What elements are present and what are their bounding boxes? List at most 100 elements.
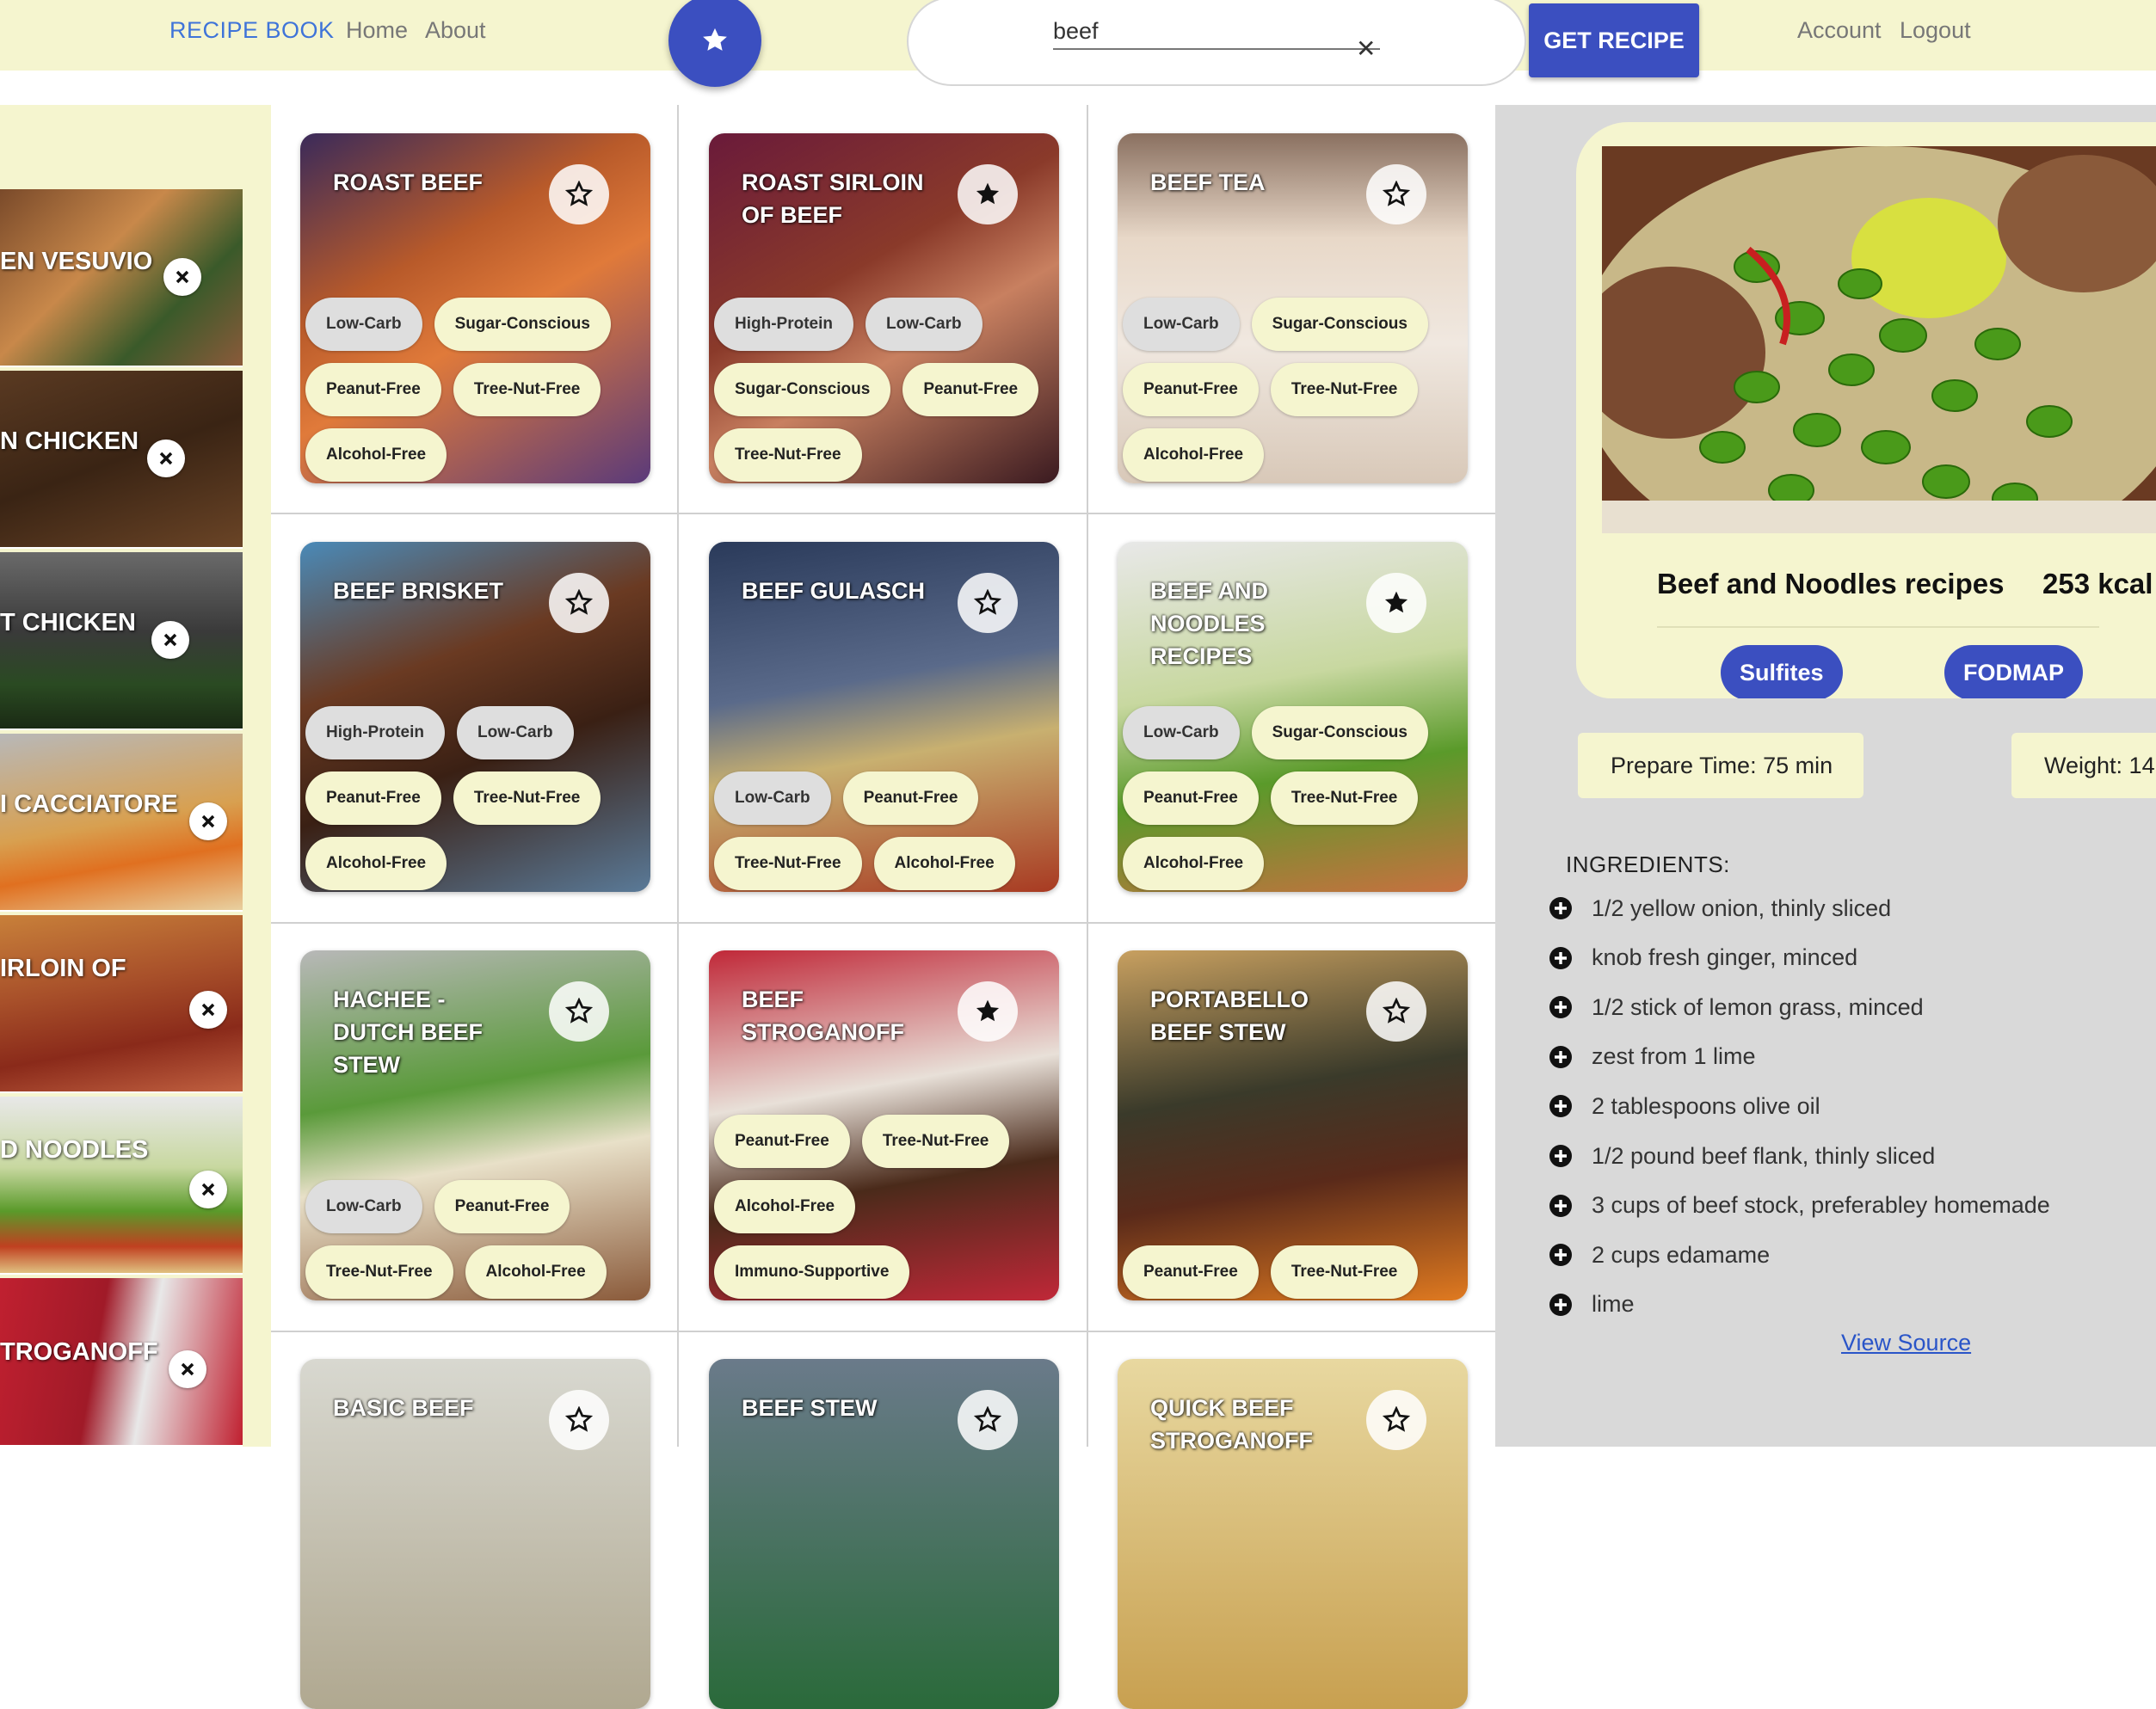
recipe-card[interactable]: HACHEE - DUTCH BEEF STEW Low-Carb Peanut-F…: [300, 950, 650, 1300]
recipe-title: BEEF AND NOODLES RECIPES: [1150, 578, 1269, 669]
recipe-card[interactable]: QUICK BEEF STROGANOFF: [1118, 1359, 1468, 1709]
ingredient-item: 3 cups of beef stock, preferabley homema…: [1549, 1189, 2050, 1223]
favorite-title: I CACCIATORE: [0, 790, 178, 818]
health-tags: Low-Carb Peanut-Free Tree-Nut-Free Alcohol-…: [712, 772, 1056, 892]
star-outline-icon[interactable]: [1366, 164, 1426, 224]
logout-link[interactable]: Logout: [1900, 17, 1971, 44]
add-ingredient-icon[interactable]: [1549, 1094, 1573, 1118]
favorite-item[interactable]: D NOODLES: [0, 1097, 243, 1275]
recipe-card[interactable]: PORTABELLO BEEF STEW Peanut-Free Tree-Nut-…: [1118, 950, 1468, 1300]
recipe-title: BEEF STROGANOFF: [742, 987, 904, 1045]
get-recipe-button[interactable]: GET RECIPE: [1529, 3, 1699, 77]
health-tags: Low-Carb Peanut-Free Tree-Nut-Free Alcohol-…: [304, 1180, 647, 1300]
favorite-title: TROGANOFF: [0, 1338, 158, 1366]
favorite-title: EN VESUVIO: [0, 248, 153, 275]
favorite-item[interactable]: EN VESUVIO: [0, 189, 243, 367]
health-tag: Sugar-Conscious: [714, 363, 891, 416]
add-ingredient-icon[interactable]: [1549, 1293, 1573, 1317]
remove-favorite-icon[interactable]: [147, 440, 185, 477]
health-tag: Peanut-Free: [305, 772, 441, 825]
health-tag: Alcohol-Free: [1123, 837, 1265, 890]
health-tag: Peanut-Free: [902, 363, 1039, 416]
ingredient-text: 2 cups edamame: [1592, 1241, 1771, 1268]
recipe-card[interactable]: BEEF AND NOODLES RECIPES Low-Carb Sugar-Co…: [1118, 542, 1468, 892]
favorites-sidebar: EN VESUVIO N CHICKEN T CHICKEN I CACCIAT…: [0, 105, 271, 1447]
health-tag: Sugar-Conscious: [1251, 298, 1428, 351]
favorites-button[interactable]: [668, 0, 761, 87]
add-ingredient-icon[interactable]: [1549, 1194, 1573, 1218]
star-outline-icon[interactable]: [549, 573, 609, 633]
grid-divider: [1087, 105, 1088, 1447]
prepare-time: Prepare Time: 75 min: [1578, 733, 1863, 798]
recipe-card[interactable]: ROAST SIRLOIN OF BEEF High-Protein Low-Car…: [709, 133, 1059, 483]
add-ingredient-icon[interactable]: [1549, 1243, 1573, 1267]
grid-divider: [271, 513, 1495, 514]
star-outline-icon[interactable]: [1366, 981, 1426, 1042]
recipe-card[interactable]: BEEF STROGANOFF Peanut-Free Tree-Nut-Free A…: [709, 950, 1059, 1300]
star-outline-icon[interactable]: [549, 981, 609, 1042]
add-ingredient-icon[interactable]: [1549, 896, 1573, 920]
star-filled-icon[interactable]: [1366, 573, 1426, 633]
nav-about[interactable]: About: [425, 17, 486, 44]
recipe-title: BASIC BEEF: [333, 1395, 474, 1421]
recipe-image: [1602, 146, 2156, 533]
remove-favorite-icon[interactable]: [169, 1350, 206, 1388]
remove-favorite-icon[interactable]: [189, 1171, 227, 1208]
favorite-item[interactable]: N CHICKEN: [0, 371, 243, 549]
view-source-link[interactable]: View Source: [1841, 1330, 1971, 1356]
health-tag: High-Protein: [714, 298, 853, 351]
health-tags: Low-Carb Sugar-Conscious Peanut-Free Tree-N…: [1121, 706, 1464, 892]
recipe-card[interactable]: ROAST BEEF Low-Carb Sugar-Conscious Peanut-…: [300, 133, 650, 483]
favorite-item[interactable]: IRLOIN OF: [0, 915, 243, 1093]
recipe-title: BEEF BRISKET: [333, 578, 504, 604]
star-filled-icon[interactable]: [958, 981, 1018, 1042]
star-outline-icon[interactable]: [958, 1390, 1018, 1450]
remove-favorite-icon[interactable]: [163, 258, 201, 296]
favorite-item[interactable]: I CACCIATORE: [0, 734, 243, 912]
remove-favorite-icon[interactable]: [189, 991, 227, 1029]
health-tag: Peanut-Free: [1123, 772, 1259, 825]
health-tag: Sugar-Conscious: [434, 298, 611, 351]
add-ingredient-icon[interactable]: [1549, 946, 1573, 970]
add-ingredient-icon[interactable]: [1549, 1144, 1573, 1168]
health-tag: Alcohol-Free: [714, 1180, 856, 1233]
remove-favorite-icon[interactable]: [151, 621, 189, 659]
account-link[interactable]: Account: [1797, 17, 1882, 44]
health-tag: Low-Carb: [305, 1180, 422, 1233]
health-tag: Low-Carb: [1123, 298, 1240, 351]
health-tag: Tree-Nut-Free: [714, 428, 862, 482]
favorite-item[interactable]: TROGANOFF: [0, 1278, 243, 1447]
brand-link[interactable]: RECIPE BOOK: [169, 17, 335, 44]
add-ingredient-icon[interactable]: [1549, 995, 1573, 1019]
health-tags: Peanut-Free Tree-Nut-Free: [1121, 1245, 1464, 1300]
recipe-card[interactable]: BEEF TEA Low-Carb Sugar-Conscious Peanut-Fr…: [1118, 133, 1468, 483]
clear-search-icon[interactable]: ✕: [1356, 34, 1376, 63]
recipe-card[interactable]: BASIC BEEF: [300, 1359, 650, 1709]
recipe-card[interactable]: BEEF GULASCH Low-Carb Peanut-Free Tree-Nut-…: [709, 542, 1059, 892]
search-bar: ✕: [907, 0, 1526, 86]
recipe-card[interactable]: BEEF STEW: [709, 1359, 1059, 1709]
caution-fodmap-button[interactable]: FODMAP: [1944, 645, 2083, 698]
caution-sulfites-button[interactable]: Sulfites: [1721, 645, 1843, 698]
star-filled-icon[interactable]: [958, 164, 1018, 224]
nav-home[interactable]: Home: [346, 17, 408, 44]
health-tag: Peanut-Free: [842, 772, 979, 825]
recipe-card[interactable]: BEEF BRISKET High-Protein Low-Carb Peanut-F…: [300, 542, 650, 892]
star-outline-icon[interactable]: [549, 1390, 609, 1450]
ingredient-text: 1/2 stick of lemon grass, minced: [1592, 993, 1924, 1020]
recipe-title: BEEF TEA: [1150, 169, 1266, 195]
favorite-item[interactable]: T CHICKEN: [0, 552, 243, 730]
ingredient-item: 1/2 pound beef flank, thinly sliced: [1549, 1139, 1935, 1173]
remove-favorite-icon[interactable]: [189, 802, 227, 840]
add-ingredient-icon[interactable]: [1549, 1045, 1573, 1069]
star-outline-icon[interactable]: [1366, 1390, 1426, 1450]
ingredient-item: 1/2 stick of lemon grass, minced: [1549, 990, 1924, 1024]
search-input[interactable]: [1053, 14, 1380, 50]
recipe-detail-title: Beef and Noodles recipes: [1657, 568, 2005, 599]
star-outline-icon[interactable]: [958, 573, 1018, 633]
ingredient-item: lime: [1549, 1288, 1635, 1322]
health-tag: Tree-Nut-Free: [861, 1115, 1010, 1168]
star-outline-icon[interactable]: [549, 164, 609, 224]
health-tags: High-Protein Low-Carb Sugar-Conscious Peanu…: [712, 298, 1056, 483]
health-tag: Peanut-Free: [434, 1180, 570, 1233]
